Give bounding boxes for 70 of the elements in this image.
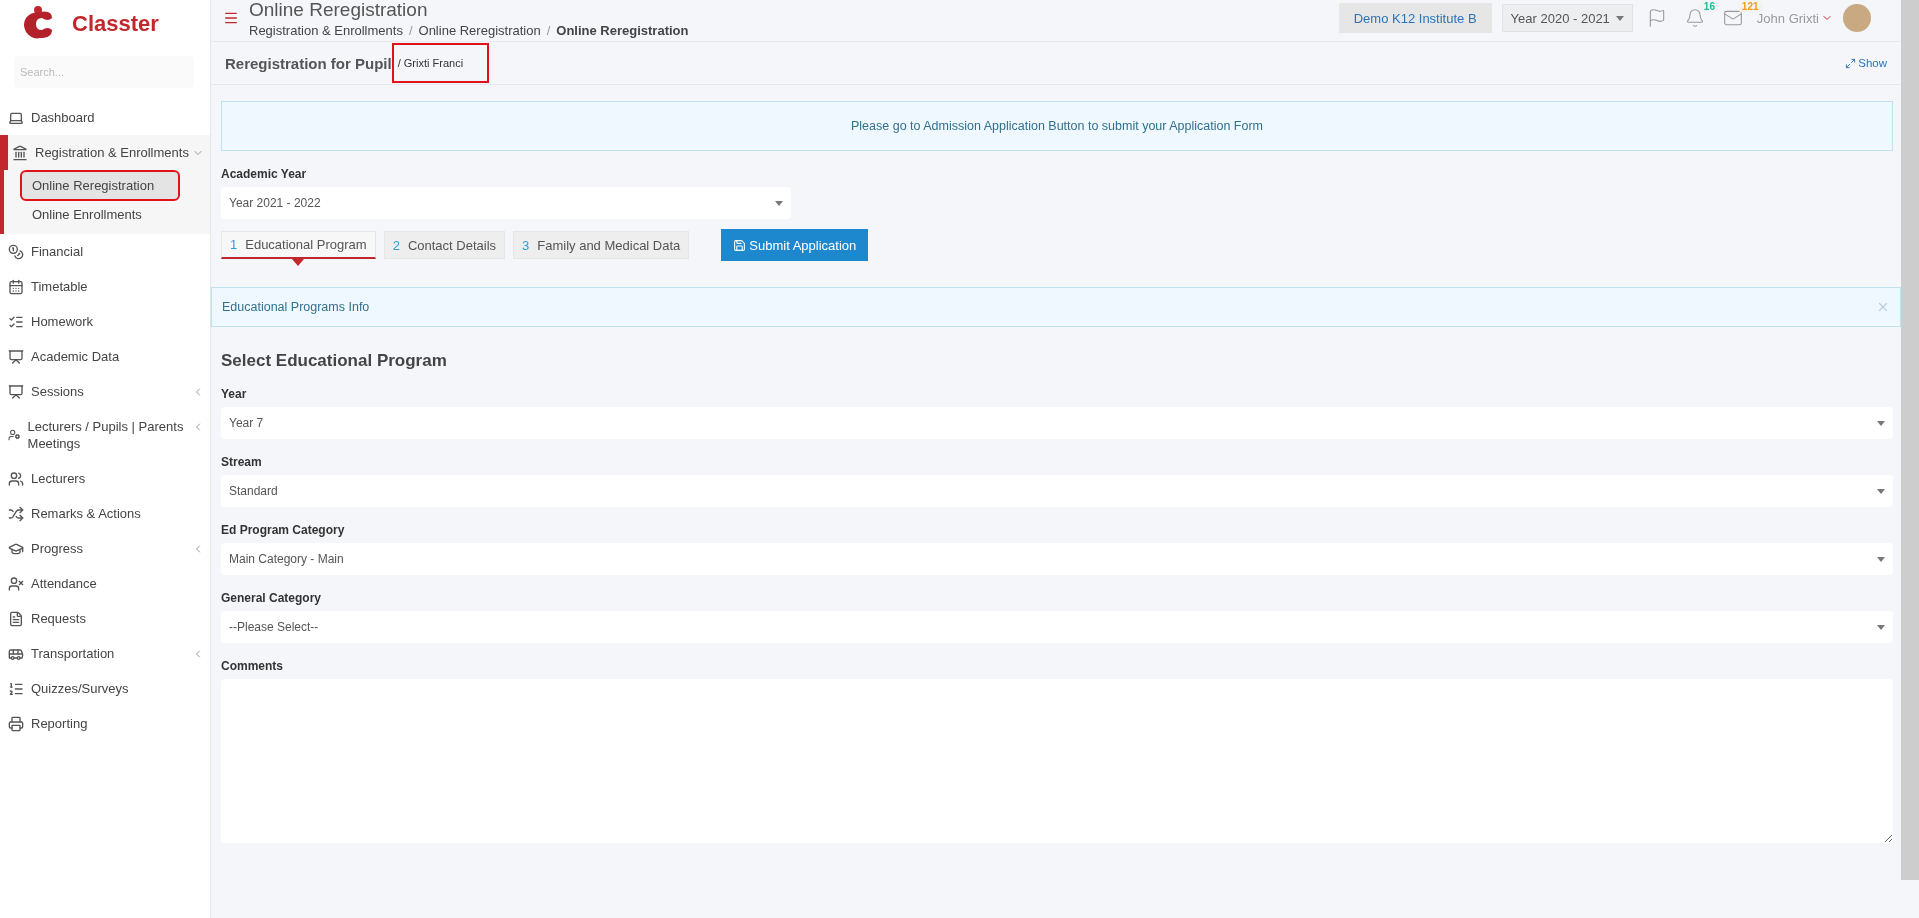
- sidebar-item[interactable]: Remarks & Actions: [0, 496, 210, 531]
- select-field[interactable]: Main Category - Main: [221, 543, 1893, 575]
- sidebar-subitem[interactable]: Online Enrollments: [22, 201, 208, 228]
- sidebar-item[interactable]: Transportation: [0, 636, 210, 671]
- user-x-icon: [8, 575, 24, 592]
- select-field[interactable]: --Please Select--: [221, 611, 1893, 643]
- step-tab[interactable]: 3 Family and Medical Data: [513, 231, 690, 259]
- year-dropdown[interactable]: Year 2020 - 2021: [1501, 4, 1633, 32]
- shuffle-icon: [8, 505, 24, 522]
- show-link[interactable]: Show: [1845, 57, 1887, 69]
- submit-button[interactable]: Submit Application: [721, 229, 869, 261]
- field-label: Academic Year: [221, 167, 308, 181]
- field-label: Year: [221, 387, 248, 401]
- save-icon: [733, 238, 747, 252]
- count-badge: 16: [1698, 0, 1720, 13]
- comments-field[interactable]: [221, 679, 1893, 843]
- field-label: Stream: [221, 455, 263, 469]
- sidebar-item[interactable]: Attendance: [0, 566, 210, 601]
- coins-icon: [8, 243, 24, 260]
- notice-message: Please go to Admission Application Button to submit your Application Form: [221, 101, 1893, 151]
- breadcrumb[interactable]: Online Reregistration: [418, 23, 541, 38]
- close-icon[interactable]: [1876, 300, 1890, 314]
- count-badge: 121: [1736, 0, 1764, 13]
- breadcrumb[interactable]: Online Reregistration: [556, 23, 689, 38]
- institute-button[interactable]: Demo K12 Institute B: [1338, 3, 1492, 33]
- academic-year-select[interactable]: Year 2021 - 2022: [221, 187, 791, 219]
- presentation-icon: [8, 383, 24, 400]
- bank-icon: [12, 144, 28, 161]
- sidebar-item[interactable]: Lecturers / Pupils | Parents Meetings: [0, 409, 210, 461]
- pupil-name: / Grixti Franci: [393, 45, 488, 81]
- step-tab[interactable]: 1 Educational Program: [221, 231, 376, 259]
- sidebar-item[interactable]: Reporting: [0, 706, 210, 741]
- sidebar-item[interactable]: Lecturers: [0, 461, 210, 496]
- sidebar-item[interactable]: Quizzes/Surveys: [0, 671, 210, 706]
- sidebar-item[interactable]: Homework: [0, 304, 210, 339]
- sidebar-item[interactable]: Progress: [0, 531, 210, 566]
- info-title: Educational Programs Info: [222, 300, 370, 314]
- sidebar-item[interactable]: Academic Data: [0, 339, 210, 374]
- expand-icon: [1845, 57, 1857, 69]
- list-icon: [8, 680, 24, 697]
- brand-name: Classter: [72, 11, 159, 37]
- field-label: Ed Program Category: [221, 523, 346, 537]
- users-icon: [8, 470, 24, 487]
- avatar[interactable]: [1843, 4, 1871, 32]
- user-clock-icon: [8, 427, 21, 443]
- sidebar-item[interactable]: Timetable: [0, 269, 210, 304]
- step-tab[interactable]: 2 Contact Details: [383, 231, 506, 259]
- select-field[interactable]: Year 7: [221, 407, 1893, 439]
- presentation-icon: [8, 348, 24, 365]
- sidebar-item[interactable]: Financial: [0, 234, 210, 269]
- search-field[interactable]: Search...: [14, 56, 194, 88]
- sidebar-subitem[interactable]: Online Reregistration: [22, 172, 178, 199]
- sidebar-item[interactable]: Requests: [0, 601, 210, 636]
- breadcrumb[interactable]: Registration & Enrollments: [249, 23, 403, 38]
- active-tab-indicator: [292, 259, 305, 266]
- breadcrumb-separator: /: [546, 23, 551, 38]
- sidebar-item[interactable]: Sessions: [0, 374, 210, 409]
- panel-title: Reregistration for Pupil: [225, 54, 392, 72]
- field-label: Comments: [221, 659, 284, 673]
- menu-icon[interactable]: [223, 10, 239, 26]
- breadcrumb-separator: /: [408, 23, 413, 38]
- field-label: General Category: [221, 591, 323, 605]
- scrollbar[interactable]: [1901, 0, 1919, 880]
- printer-icon: [8, 715, 24, 732]
- page-title: Online Reregistration: [249, 0, 429, 20]
- select-field[interactable]: Standard: [221, 475, 1893, 507]
- document-icon: [8, 610, 24, 627]
- calendar-icon: [8, 278, 24, 295]
- section-title: Select Educational Program: [221, 351, 448, 371]
- sidebar-item[interactable]: Dashboard: [0, 100, 210, 135]
